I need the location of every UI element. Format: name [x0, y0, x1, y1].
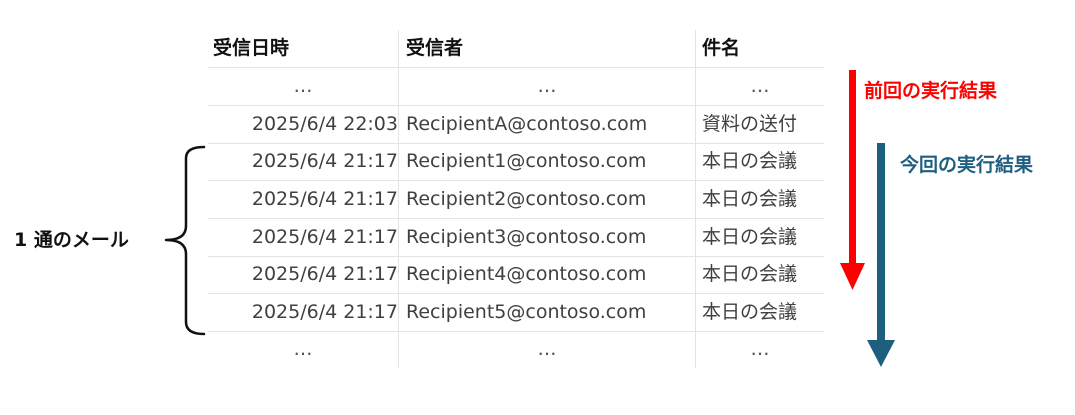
previous-run-arrow-shaft: [849, 70, 856, 264]
annotation-overlay: [164, 70, 895, 367]
current-run-arrow-shaft: [877, 143, 885, 341]
current-run-arrow-head-icon: [867, 340, 895, 367]
previous-run-arrow-head-icon: [840, 263, 865, 290]
left-curly-brace-icon: [164, 145, 206, 336]
